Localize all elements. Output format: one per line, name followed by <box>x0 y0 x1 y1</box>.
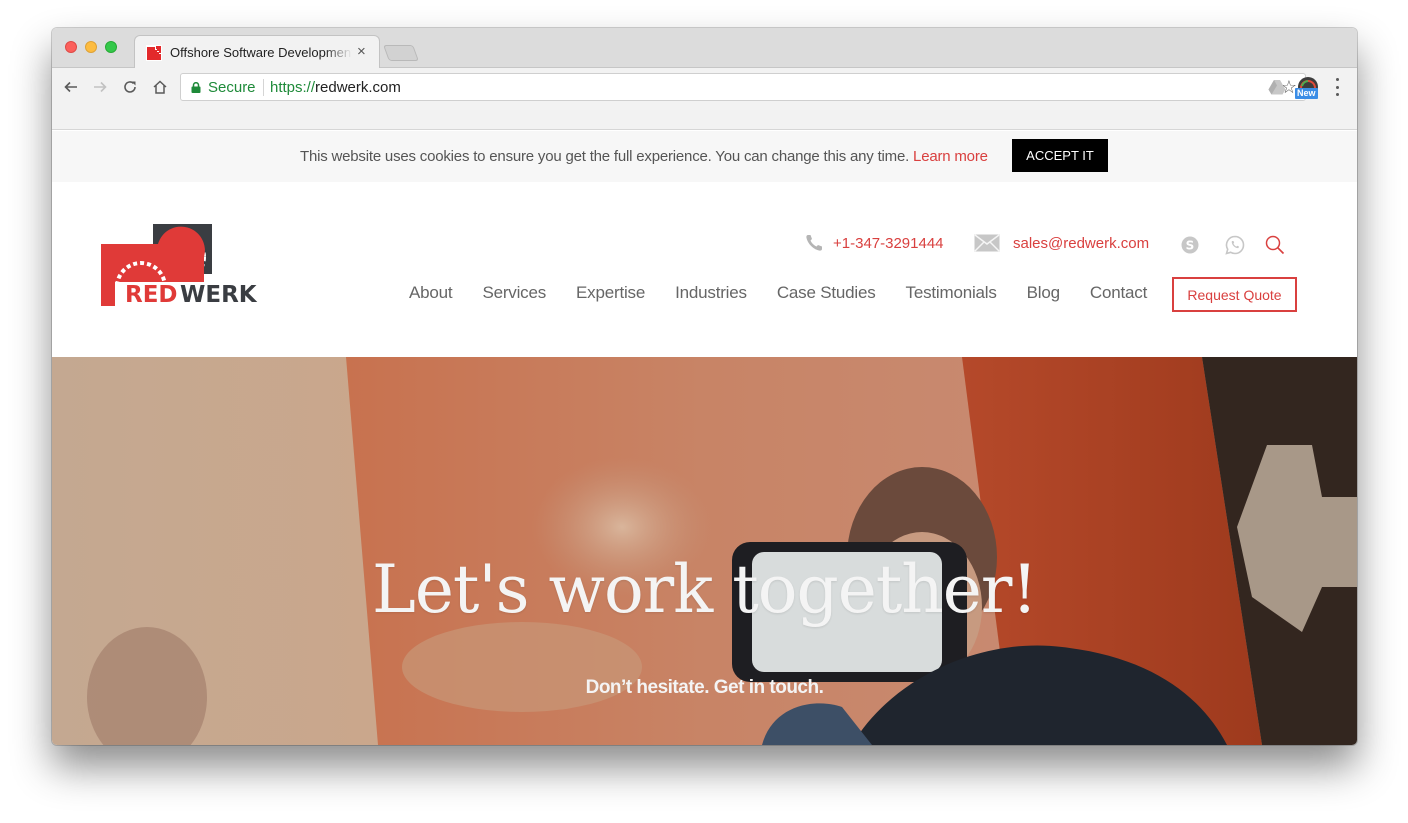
tab-close-icon[interactable]: × <box>357 43 366 60</box>
back-button[interactable] <box>60 76 82 98</box>
hero-banner: Let's work together! Don’t hesitate. Get… <box>52 357 1357 745</box>
minimize-window-button[interactable] <box>85 41 97 53</box>
request-quote-button[interactable]: Request Quote <box>1172 277 1297 312</box>
logo-red-base <box>101 282 115 306</box>
reload-icon <box>124 81 136 93</box>
forward-button[interactable] <box>89 76 111 98</box>
url-text[interactable]: https://redwerk.com <box>270 79 401 96</box>
lock-icon <box>191 82 201 93</box>
phone-link[interactable]: +1-347-3291444 <box>833 235 944 252</box>
nav-blog[interactable]: Blog <box>1027 283 1060 303</box>
close-window-button[interactable] <box>65 41 77 53</box>
tab-title: Offshore Software Development <box>170 45 352 60</box>
logo-red-shape <box>101 226 205 282</box>
logo-text-dark: WERK <box>180 282 258 308</box>
google-drive-icon[interactable] <box>1268 79 1286 95</box>
toolbar-spacer <box>52 106 1357 130</box>
learn-more-link[interactable]: Learn more <box>913 148 988 165</box>
hero-title: Let's work together! <box>372 551 1038 628</box>
skype-icon[interactable]: S <box>1180 235 1200 255</box>
forward-arrow-icon <box>94 81 107 93</box>
browser-window: Offshore Software Development × Secure h… <box>52 28 1357 745</box>
address-bar[interactable]: Secure https://redwerk.com ☆ <box>180 73 1306 101</box>
cookie-message: This website uses cookies to ensure you … <box>300 148 910 165</box>
whatsapp-icon[interactable] <box>1225 235 1245 255</box>
redwerk-logo[interactable]: RED WERK <box>101 224 271 309</box>
cookie-text: This website uses cookies to ensure you … <box>300 148 988 165</box>
logo-text-red: RED <box>125 282 178 308</box>
redwerk-favicon-icon <box>146 45 162 61</box>
hero-subtitle: Don’t hesitate. Get in touch. <box>585 677 824 698</box>
nav-about[interactable]: About <box>409 283 453 303</box>
nav-testimonials[interactable]: Testimonials <box>906 283 997 303</box>
main-nav: About Services Expertise Industries Case… <box>409 283 1177 303</box>
kebab-menu-icon[interactable] <box>1332 78 1342 96</box>
omnibox-divider <box>263 79 264 96</box>
search-icon[interactable] <box>1265 235 1285 255</box>
nav-services[interactable]: Services <box>482 283 546 303</box>
cookie-banner: This website uses cookies to ensure you … <box>52 131 1357 182</box>
envelope-icon <box>974 234 1000 252</box>
nav-expertise[interactable]: Expertise <box>576 283 645 303</box>
nav-case-studies[interactable]: Case Studies <box>777 283 876 303</box>
url-scheme: https:// <box>270 79 316 96</box>
secure-label: Secure <box>208 79 256 96</box>
home-button[interactable] <box>149 76 171 98</box>
browser-toolbar: Secure https://redwerk.com ☆ New <box>52 68 1357 106</box>
email-link[interactable]: sales@redwerk.com <box>1013 235 1149 252</box>
tab-active[interactable]: Offshore Software Development × <box>134 35 380 69</box>
web-page: This website uses cookies to ensure you … <box>52 131 1357 745</box>
new-badge: New <box>1295 88 1318 99</box>
nav-contact[interactable]: Contact <box>1090 283 1147 303</box>
back-arrow-icon <box>64 81 77 93</box>
svg-text:S: S <box>1186 239 1195 253</box>
phone-contact[interactable]: +1-347-3291444 <box>805 234 944 252</box>
phone-icon <box>806 235 822 251</box>
desktop: Offshore Software Development × Secure h… <box>0 0 1408 823</box>
reload-button[interactable] <box>119 76 141 98</box>
tab-strip: Offshore Software Development × <box>52 28 1357 69</box>
email-contact[interactable]: sales@redwerk.com <box>974 234 1149 252</box>
new-tab-button[interactable] <box>383 45 419 61</box>
url-host: redwerk.com <box>315 79 401 96</box>
nav-industries[interactable]: Industries <box>675 283 747 303</box>
accept-cookies-button[interactable]: ACCEPT IT <box>1012 139 1108 172</box>
maximize-window-button[interactable] <box>105 41 117 53</box>
home-icon <box>153 80 167 94</box>
